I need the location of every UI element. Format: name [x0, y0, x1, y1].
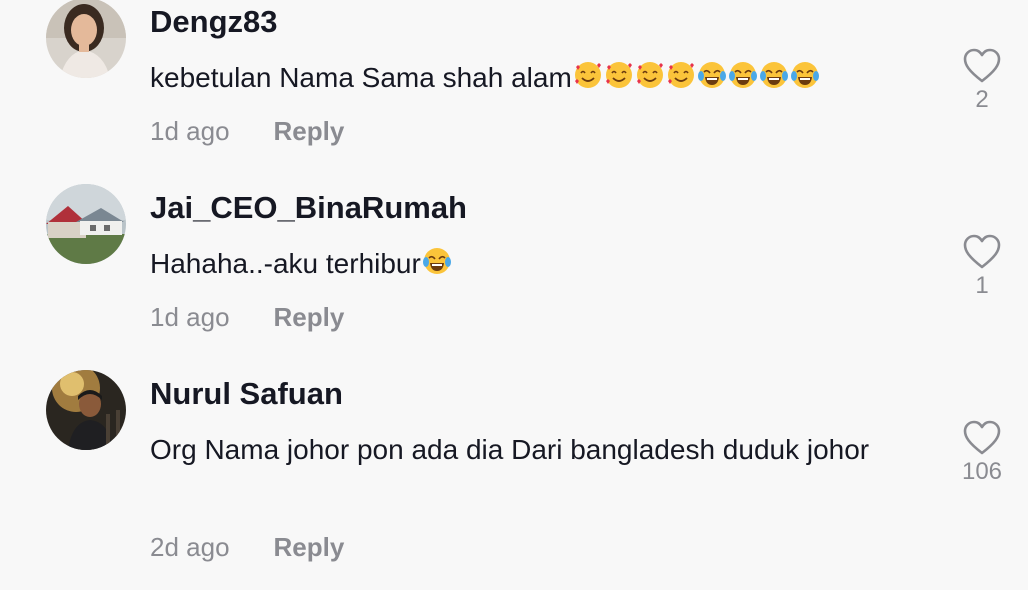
face-with-tears-of-joy-icon — [790, 62, 819, 88]
reply-button[interactable]: Reply — [274, 302, 345, 332]
reply-button[interactable]: Reply — [274, 532, 345, 562]
like-count: 2 — [975, 86, 989, 113]
avatar-image — [46, 370, 126, 450]
comment-timestamp: 2d ago — [150, 532, 230, 562]
username[interactable]: Nurul Safuan — [150, 376, 343, 412]
comment-item: Nurul Safuan Org Nama johor pon ada dia … — [0, 370, 1028, 590]
face-with-tears-of-joy-icon — [697, 62, 726, 88]
heart-icon[interactable] — [963, 48, 1001, 84]
comment-meta: 1d ago Reply — [150, 302, 344, 333]
comment-meta: 1d ago Reply — [150, 116, 344, 147]
like-control: 1 — [950, 234, 1014, 300]
face-with-tears-of-joy-icon — [422, 248, 451, 274]
avatar-image — [46, 184, 126, 264]
like-count: 1 — [975, 272, 989, 299]
avatar[interactable] — [46, 370, 126, 450]
avatar-image — [46, 0, 126, 78]
smiling-face-with-hearts-icon — [574, 62, 601, 88]
username[interactable]: Jai_CEO_BinaRumah — [150, 190, 467, 226]
comment-timestamp: 1d ago — [150, 302, 230, 332]
like-control: 2 — [950, 48, 1014, 114]
comment-text-body: Hahaha..-aku terhibur — [150, 248, 421, 279]
comment-item: Jai_CEO_BinaRumah Hahaha..-aku terhibur … — [0, 184, 1028, 364]
heart-icon[interactable] — [963, 420, 1001, 456]
comment-text-body: kebetulan Nama Sama shah alam — [150, 62, 572, 93]
smiling-face-with-hearts-icon — [605, 62, 632, 88]
face-with-tears-of-joy-icon — [728, 62, 757, 88]
comment-timestamp: 1d ago — [150, 116, 230, 146]
comment-list: Dengz83 kebetulan Nama Sama shah alam 1d… — [0, 0, 1028, 590]
comment-text: Org Nama johor pon ada dia Dari banglade… — [150, 434, 870, 465]
like-control: 106 — [950, 420, 1014, 486]
smiling-face-with-hearts-icon — [667, 62, 694, 88]
username[interactable]: Dengz83 — [150, 4, 277, 40]
comment-item: Dengz83 kebetulan Nama Sama shah alam 1d… — [0, 0, 1028, 180]
comment-text: Hahaha..-aku terhibur — [150, 242, 910, 286]
avatar[interactable] — [46, 184, 126, 264]
avatar[interactable] — [46, 0, 126, 78]
face-with-tears-of-joy-icon — [759, 62, 788, 88]
smiling-face-with-hearts-icon — [636, 62, 663, 88]
comment-text: kebetulan Nama Sama shah alam — [150, 56, 910, 100]
comment-meta: 2d ago Reply — [150, 532, 344, 563]
like-count: 106 — [961, 458, 1003, 485]
reply-button[interactable]: Reply — [274, 116, 345, 146]
emoji-group — [572, 62, 820, 93]
heart-icon[interactable] — [963, 234, 1001, 270]
